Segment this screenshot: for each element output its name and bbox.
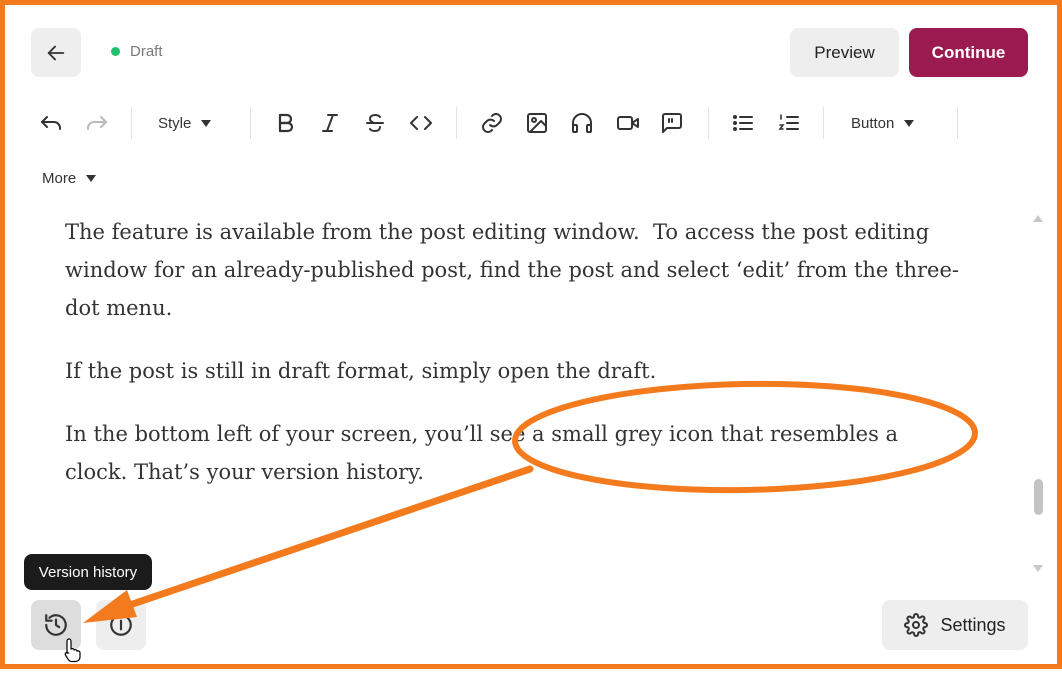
bullet-list-icon	[733, 115, 753, 131]
italic-button[interactable]	[317, 109, 343, 137]
link-icon	[482, 113, 502, 133]
toolbar-divider	[823, 107, 824, 139]
settings-label: Settings	[940, 614, 1006, 635]
bold-button[interactable]	[273, 109, 299, 137]
code-button[interactable]	[406, 109, 436, 137]
italic-icon	[322, 114, 338, 132]
history-clock-icon	[45, 614, 67, 636]
scrollbar-thumb[interactable]	[1034, 479, 1043, 515]
bold-icon	[278, 113, 294, 133]
link-button[interactable]	[479, 109, 505, 137]
scroll-up-arrow-icon[interactable]	[1033, 215, 1043, 222]
scroll-down-arrow-icon[interactable]	[1033, 565, 1043, 572]
continue-button[interactable]: Continue	[909, 28, 1028, 77]
toolbar-divider	[131, 107, 132, 139]
toolbar-divider	[708, 107, 709, 139]
strikethrough-button[interactable]	[362, 109, 388, 137]
more-dropdown[interactable]: More	[42, 170, 97, 187]
numbered-list-icon	[778, 114, 799, 130]
editor-window: Draft Preview Continue Style Button More…	[0, 0, 1062, 669]
numbered-list-button[interactable]	[776, 109, 802, 137]
strikethrough-icon	[366, 114, 384, 132]
toolbar-divider	[957, 107, 958, 139]
post-body[interactable]: The feature is available from the post e…	[65, 213, 965, 516]
quote-button[interactable]	[659, 109, 685, 137]
style-dropdown[interactable]: Style	[158, 115, 212, 132]
back-button[interactable]	[31, 28, 81, 77]
toolbar-divider	[250, 107, 251, 139]
arrow-left-icon	[47, 45, 65, 60]
undo-button[interactable]	[37, 109, 65, 137]
undo-icon	[41, 116, 61, 130]
info-icon	[110, 614, 132, 636]
image-button[interactable]	[524, 109, 550, 137]
caret-down-icon	[86, 175, 97, 182]
button-dropdown[interactable]: Button	[851, 115, 915, 132]
caret-down-icon	[904, 120, 915, 127]
bullet-list-button[interactable]	[730, 109, 756, 137]
more-dropdown-label: More	[42, 170, 77, 187]
button-dropdown-label: Button	[851, 115, 895, 132]
style-dropdown-label: Style	[158, 115, 192, 132]
status-dot	[111, 47, 120, 56]
code-icon	[410, 116, 432, 130]
settings-button[interactable]: Settings	[882, 600, 1028, 650]
info-button[interactable]	[96, 600, 146, 650]
toolbar-divider	[456, 107, 457, 139]
image-icon	[527, 113, 547, 133]
hand-cursor-icon	[64, 638, 81, 663]
gear-icon	[904, 613, 929, 637]
draft-status: Draft	[111, 43, 163, 60]
paragraph: If the post is still in draft format, si…	[65, 359, 657, 383]
audio-button[interactable]	[569, 109, 595, 137]
quote-icon	[662, 113, 682, 133]
formatting-toolbar: Style Button	[5, 97, 1062, 149]
caret-down-icon	[201, 120, 212, 127]
audio-icon	[572, 113, 592, 133]
paragraph: In the bottom left of your screen, you’l…	[65, 422, 899, 484]
status-text: Draft	[130, 43, 163, 60]
version-history-tooltip: Version history	[24, 554, 152, 590]
redo-button[interactable]	[83, 109, 111, 137]
redo-icon	[87, 116, 107, 130]
video-button[interactable]	[614, 109, 642, 137]
preview-button[interactable]: Preview	[790, 28, 899, 77]
paragraph: The feature is available from the post e…	[65, 220, 959, 320]
video-icon	[617, 116, 639, 130]
